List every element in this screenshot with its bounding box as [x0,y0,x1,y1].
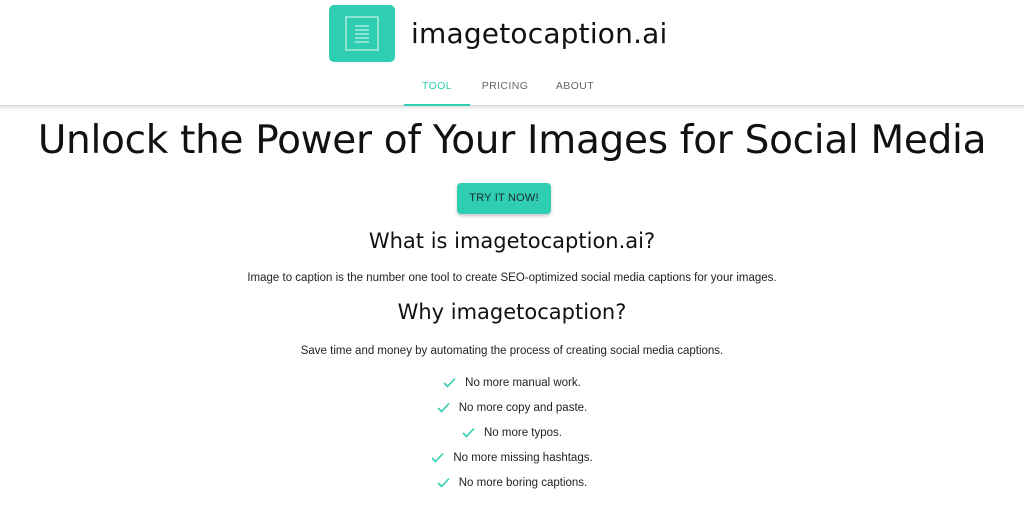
benefit-item: No more missing hashtags. [0,445,1024,470]
what-description: Image to caption is the number one tool … [247,272,777,284]
check-icon [443,377,456,388]
main-nav: TOOL PRICING ABOUT [404,72,608,106]
benefit-label: No more boring captions. [458,476,588,489]
benefit-label: No more typos. [484,426,562,439]
why-description: Save time and money by automating the pr… [300,345,724,357]
benefit-item: No more typos. [0,420,1024,445]
what-heading: What is imagetocaption.ai? [368,229,656,253]
brand-name[interactable]: imagetocaption.ai [411,17,668,50]
check-icon [437,402,450,413]
site-header: imagetocaption.ai TOOL PRICING ABOUT [0,0,1024,106]
tab-pricing[interactable]: PRICING [471,72,539,106]
benefit-item: No more copy and paste. [0,395,1024,420]
benefits-list: No more manual work. No more copy and pa… [0,370,1024,495]
benefit-label: No more copy and paste. [458,401,588,414]
check-icon [462,427,475,438]
document-icon [345,15,379,51]
check-icon [431,452,444,463]
logo[interactable] [329,4,395,62]
hero-title: Unlock the Power of Your Images for Soci… [37,118,987,163]
benefit-item: No more manual work. [0,370,1024,395]
try-it-now-button[interactable]: TRY IT NOW! [457,183,551,214]
tab-about[interactable]: ABOUT [542,72,608,106]
tab-tool[interactable]: TOOL [404,72,470,106]
benefit-item: No more boring captions. [0,470,1024,495]
brand[interactable]: imagetocaption.ai [329,4,668,62]
benefit-label: No more manual work. [465,376,581,389]
benefit-label: No more missing hashtags. [453,451,593,464]
why-heading: Why imagetocaption? [397,300,627,324]
check-icon [437,477,450,488]
